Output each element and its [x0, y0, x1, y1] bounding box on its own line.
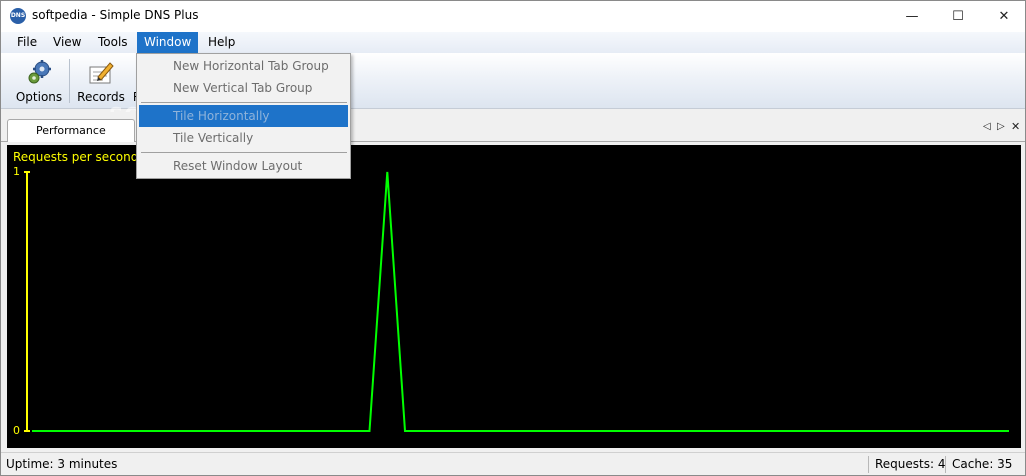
- menu-item-new-vertical-tab-group[interactable]: New Vertical Tab Group: [139, 77, 348, 99]
- y-axis-min-label: 0: [13, 424, 20, 437]
- status-uptime: Uptime: 3 minutes: [6, 457, 118, 471]
- status-bar: Uptime: 3 minutes Requests: 4 Cache: 35: [1, 452, 1025, 475]
- title-bar: DNS softpedia - Simple DNS Plus — ☐ ✕: [1, 1, 1025, 32]
- minimize-button[interactable]: —: [889, 1, 935, 32]
- menu-bar: File View Tools Window Help: [1, 32, 1025, 53]
- records-label: Records: [77, 90, 125, 104]
- gears-icon: [28, 60, 51, 84]
- menu-window[interactable]: Window: [137, 32, 199, 53]
- app-window: DNS softpedia - Simple DNS Plus — ☐ ✕ Fi…: [0, 0, 1026, 476]
- graph-canvas: [24, 171, 1009, 432]
- window-menu-dropdown: New Horizontal Tab Group New Vertical Ta…: [136, 53, 351, 179]
- y-axis-max-label: 1: [13, 165, 20, 178]
- tab-scroll-right-icon[interactable]: ▷: [997, 121, 1005, 132]
- window-title: softpedia - Simple DNS Plus: [32, 8, 199, 22]
- status-divider: [868, 456, 869, 473]
- menu-item-reset-window-layout[interactable]: Reset Window Layout: [139, 155, 348, 177]
- status-divider: [945, 456, 946, 473]
- status-cache: Cache: 35: [952, 457, 1013, 471]
- menu-file[interactable]: File: [10, 32, 44, 53]
- menu-item-tile-horizontally[interactable]: Tile Horizontally: [139, 105, 348, 127]
- maximize-button[interactable]: ☐: [935, 1, 981, 32]
- menu-view[interactable]: View: [46, 32, 88, 53]
- performance-graph: Requests per second: 1 0: [7, 145, 1021, 448]
- menu-separator: [141, 102, 347, 103]
- menu-tools[interactable]: Tools: [91, 32, 135, 53]
- toolbar-separator: [69, 59, 70, 103]
- dns-app-icon: DNS: [10, 8, 26, 24]
- menu-item-new-horizontal-tab-group[interactable]: New Horizontal Tab Group: [139, 55, 348, 77]
- menu-item-tile-vertically[interactable]: Tile Vertically: [139, 127, 348, 149]
- records-button[interactable]: Records: [76, 59, 126, 107]
- options-label: Options: [15, 90, 63, 104]
- status-requests: Requests: 4: [875, 457, 946, 471]
- tab-scroll-left-icon[interactable]: ◁: [983, 121, 991, 132]
- menu-separator: [141, 152, 347, 153]
- menu-help[interactable]: Help: [201, 32, 242, 53]
- records-pencil-icon: [89, 62, 114, 84]
- requests-series-line: [32, 171, 1009, 432]
- options-button[interactable]: Options: [13, 59, 65, 107]
- tab-performance-graph[interactable]: Performance Graph: [7, 119, 135, 159]
- tab-close-icon[interactable]: ✕: [1011, 120, 1020, 133]
- graph-title: Requests per second:: [13, 150, 143, 164]
- close-button[interactable]: ✕: [981, 1, 1025, 32]
